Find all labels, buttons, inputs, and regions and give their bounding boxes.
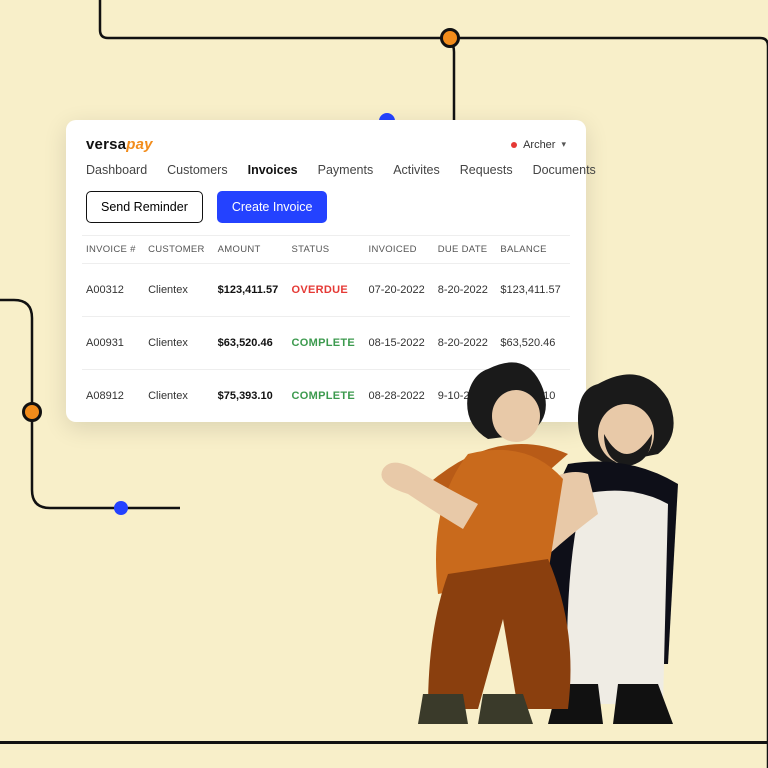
cell-amount: $75,393.10 — [214, 370, 288, 423]
cell-customer: Clientex — [144, 370, 214, 423]
cell-invoiced: 07-20-2022 — [365, 264, 434, 317]
cell-status: COMPLETE — [288, 317, 365, 370]
nav-tabs: Dashboard Customers Invoices Payments Ac… — [82, 163, 570, 187]
cell-customer: Clientex — [144, 317, 214, 370]
user-name: Archer — [523, 139, 555, 151]
tab-invoices[interactable]: Invoices — [248, 163, 298, 177]
brand-part2: pay — [126, 136, 152, 153]
tab-requests[interactable]: Requests — [460, 163, 513, 177]
col-due: DUE DATE — [434, 236, 497, 264]
brand-logo: versapay — [86, 136, 153, 153]
create-invoice-button[interactable]: Create Invoice — [217, 191, 328, 223]
cell-customer: Clientex — [144, 264, 214, 317]
tab-documents[interactable]: Documents — [533, 163, 596, 177]
cell-invoice: A00931 — [82, 317, 144, 370]
connector-node-orange-2 — [22, 402, 42, 422]
col-balance: BALANCE — [496, 236, 570, 264]
connector-node-blue-2 — [114, 501, 128, 515]
brand-part1: versa — [86, 136, 126, 153]
tab-customers[interactable]: Customers — [167, 163, 227, 177]
send-reminder-button[interactable]: Send Reminder — [86, 191, 203, 223]
action-bar: Send Reminder Create Invoice — [82, 187, 570, 235]
user-menu[interactable]: Archer ▾ — [511, 139, 566, 151]
cell-amount: $123,411.57 — [214, 264, 288, 317]
chevron-down-icon: ▾ — [561, 139, 566, 150]
connector-node-orange — [440, 28, 460, 48]
tab-dashboard[interactable]: Dashboard — [86, 163, 147, 177]
cell-due: 8-20-2022 — [434, 264, 497, 317]
tab-activites[interactable]: Activites — [393, 163, 440, 177]
col-customer: CUSTOMER — [144, 236, 214, 264]
cell-invoice: A08912 — [82, 370, 144, 423]
col-invoiced: INVOICED — [365, 236, 434, 264]
user-status-dot-icon — [511, 142, 517, 148]
cell-balance: $123,411.57 — [496, 264, 570, 317]
cell-invoice: A00312 — [82, 264, 144, 317]
cell-status: OVERDUE — [288, 264, 365, 317]
cell-status: COMPLETE — [288, 370, 365, 423]
col-status: STATUS — [288, 236, 365, 264]
tab-payments[interactable]: Payments — [318, 163, 374, 177]
col-invoice: INVOICE # — [82, 236, 144, 264]
ground-line — [0, 741, 768, 744]
table-row[interactable]: A00312Clientex$123,411.57OVERDUE07-20-20… — [82, 264, 570, 317]
col-amount: AMOUNT — [214, 236, 288, 264]
people-illustration — [368, 324, 728, 744]
cell-amount: $63,520.46 — [214, 317, 288, 370]
